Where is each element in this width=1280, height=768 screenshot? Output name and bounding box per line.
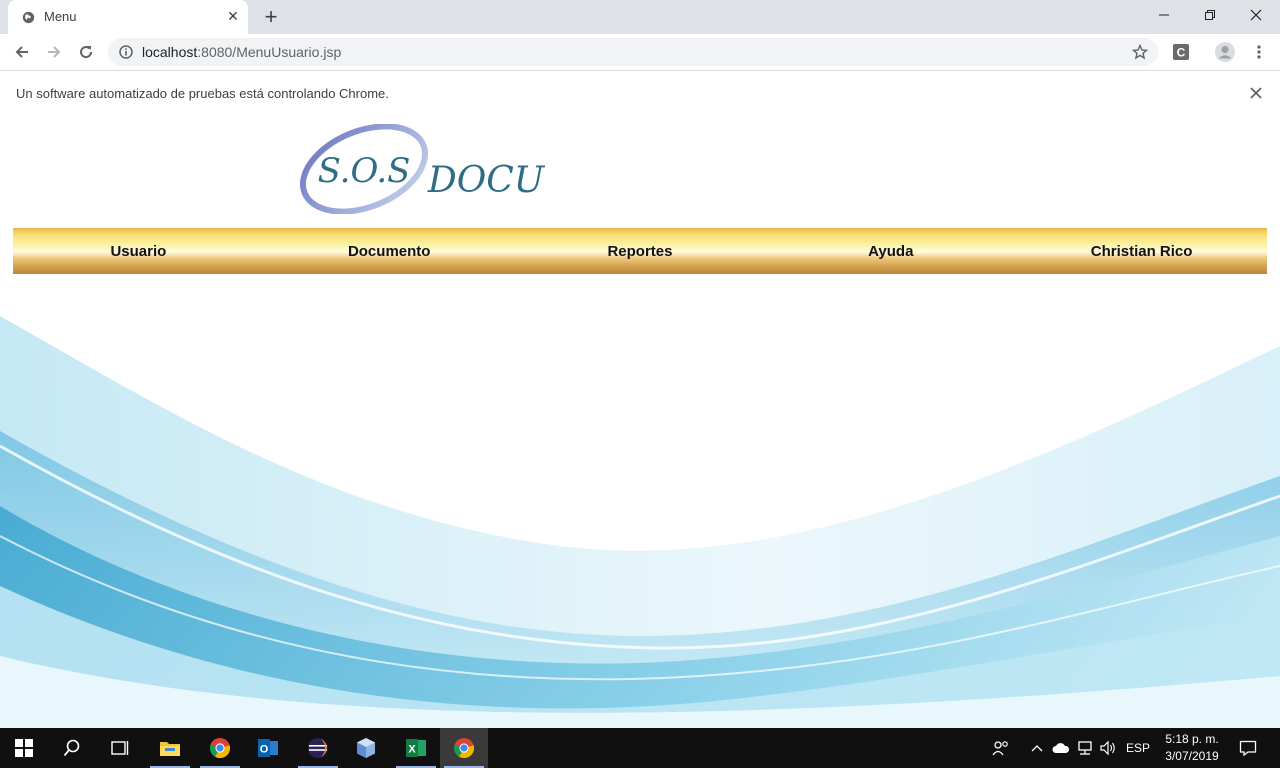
profile-button[interactable] bbox=[1211, 38, 1239, 66]
people-button[interactable] bbox=[988, 728, 1014, 768]
extension-c-icon: C bbox=[1173, 44, 1189, 60]
speaker-icon bbox=[1100, 740, 1115, 756]
automation-infobar: Un software automatizado de pruebas está… bbox=[0, 70, 1280, 117]
clock[interactable]: 5:18 p. m. 3/07/2019 bbox=[1158, 731, 1226, 765]
menu-item-user-name[interactable]: Christian Rico bbox=[1016, 228, 1267, 274]
tab-title: Menu bbox=[44, 9, 77, 24]
menu-button[interactable] bbox=[1245, 38, 1273, 66]
reload-button[interactable] bbox=[72, 38, 100, 66]
windows-start-button[interactable] bbox=[0, 728, 48, 768]
excel-button[interactable]: X bbox=[392, 728, 440, 768]
windows-taskbar: O X ESP 5:18 p. m. 3/07/2019 bbox=[0, 728, 1280, 768]
minimize-button[interactable] bbox=[1141, 0, 1187, 30]
menu-item-usuario[interactable]: Usuario bbox=[13, 228, 264, 274]
infobar-close-button[interactable] bbox=[1246, 83, 1266, 103]
sos-docu-logo: S.O.S DOCU bbox=[299, 124, 546, 214]
menu-item-ayuda[interactable]: Ayuda bbox=[765, 228, 1016, 274]
network-icon bbox=[1078, 741, 1092, 755]
svg-text:X: X bbox=[408, 744, 416, 756]
tab-close-icon[interactable]: ✕ bbox=[224, 8, 242, 25]
chrome-active-button[interactable] bbox=[440, 728, 488, 768]
clock-time: 5:18 p. m. bbox=[1165, 732, 1219, 746]
minimize-icon bbox=[1159, 14, 1169, 16]
menu-item-reportes[interactable]: Reportes bbox=[515, 228, 766, 274]
task-view-button[interactable] bbox=[96, 728, 144, 768]
extension-button[interactable]: C bbox=[1167, 38, 1195, 66]
globe-icon bbox=[22, 11, 35, 24]
cloud-icon bbox=[1052, 743, 1070, 753]
browser-tab[interactable]: Menu ✕ bbox=[8, 0, 248, 34]
file-explorer-icon bbox=[160, 742, 180, 756]
outlook-button[interactable]: O bbox=[244, 728, 292, 768]
browser-titlebar: Menu ✕ + bbox=[0, 0, 1280, 34]
address-bar[interactable]: localhost:8080/MenuUsuario.jsp bbox=[108, 38, 1158, 66]
excel-icon: X bbox=[406, 739, 426, 757]
chevron-up-icon bbox=[1031, 745, 1043, 752]
info-icon[interactable] bbox=[119, 45, 133, 59]
browser-toolbar: localhost:8080/MenuUsuario.jsp C bbox=[0, 34, 1280, 70]
eclipse-icon bbox=[308, 738, 328, 758]
eclipse-button[interactable] bbox=[294, 728, 342, 768]
network-button[interactable] bbox=[1074, 728, 1096, 768]
restore-icon bbox=[1205, 10, 1215, 20]
new-tab-button[interactable]: + bbox=[260, 4, 282, 30]
restore-button[interactable] bbox=[1187, 0, 1233, 30]
action-center-button[interactable] bbox=[1234, 728, 1262, 768]
forward-button[interactable] bbox=[40, 38, 68, 66]
star-bookmark-icon[interactable] bbox=[1132, 44, 1148, 60]
virtualbox-icon bbox=[357, 738, 375, 758]
forward-arrow-icon bbox=[48, 46, 61, 58]
svg-text:O: O bbox=[260, 744, 269, 756]
clock-date: 3/07/2019 bbox=[1165, 749, 1219, 763]
close-window-button[interactable] bbox=[1233, 0, 1279, 30]
volume-button[interactable] bbox=[1097, 728, 1119, 768]
back-button[interactable] bbox=[8, 38, 36, 66]
url-path: :8080/MenuUsuario.jsp bbox=[197, 44, 342, 60]
url-text[interactable]: localhost:8080/MenuUsuario.jsp bbox=[142, 44, 341, 60]
avatar-icon bbox=[1215, 42, 1235, 62]
file-explorer-button[interactable] bbox=[146, 728, 194, 768]
language-indicator[interactable]: ESP bbox=[1122, 728, 1154, 768]
task-view-icon bbox=[111, 741, 129, 755]
reload-icon bbox=[80, 46, 93, 59]
background-waves-image bbox=[0, 116, 1280, 728]
windows-start-icon bbox=[15, 739, 33, 757]
close-icon bbox=[1250, 87, 1262, 99]
menu-item-documento[interactable]: Documento bbox=[264, 228, 515, 274]
show-hidden-icons-button[interactable] bbox=[1026, 728, 1048, 768]
chrome-active-icon bbox=[453, 738, 475, 759]
onedrive-button[interactable] bbox=[1050, 728, 1072, 768]
chrome-icon bbox=[209, 738, 231, 759]
chrome-button[interactable] bbox=[196, 728, 244, 768]
search-icon bbox=[63, 739, 80, 757]
outlook-icon: O bbox=[258, 739, 278, 757]
infobar-message: Un software automatizado de pruebas está… bbox=[16, 86, 389, 101]
people-icon bbox=[992, 741, 1008, 756]
main-menu-bar: Usuario Documento Reportes Ayuda Christi… bbox=[13, 228, 1267, 274]
notification-icon bbox=[1239, 740, 1257, 756]
back-arrow-icon bbox=[15, 46, 28, 58]
url-host: localhost bbox=[142, 44, 198, 60]
svg-text:C: C bbox=[1177, 46, 1186, 60]
page-content: S.O.S DOCU Usuario Documento Reportes Ay… bbox=[0, 116, 1280, 728]
virtualbox-button[interactable] bbox=[342, 728, 390, 768]
taskbar-search-button[interactable] bbox=[48, 728, 96, 768]
logo-emblem-text: S.O.S bbox=[318, 151, 411, 191]
close-icon bbox=[1250, 9, 1262, 21]
logo-word-text: DOCU bbox=[427, 160, 546, 201]
kebab-menu-icon bbox=[1257, 45, 1261, 59]
